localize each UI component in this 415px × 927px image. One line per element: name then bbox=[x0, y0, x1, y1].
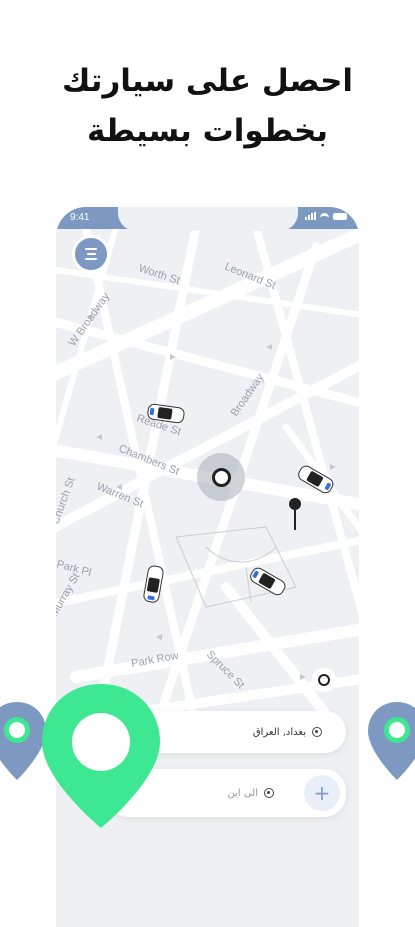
menu-button[interactable] bbox=[72, 235, 110, 273]
destination-field[interactable]: الى اين bbox=[227, 769, 258, 817]
target-icon bbox=[211, 467, 231, 487]
add-stop-button[interactable]: + bbox=[304, 775, 340, 811]
notch bbox=[118, 207, 298, 231]
destination-location-icon bbox=[264, 788, 274, 798]
status-time: 9:41 bbox=[70, 212, 90, 223]
wifi-icon bbox=[320, 212, 329, 220]
menu-icon bbox=[85, 248, 97, 250]
pickup-field[interactable]: بغداد, العراق bbox=[253, 711, 306, 753]
battery-icon bbox=[333, 212, 347, 220]
headline: احصل على سيارتك بخطوات بسيطة bbox=[0, 56, 415, 156]
target-icon bbox=[318, 674, 330, 686]
right-side-pin-icon bbox=[368, 702, 415, 780]
headline-line-2: بخطوات بسيطة bbox=[86, 113, 329, 149]
locate-me-button[interactable] bbox=[312, 668, 336, 692]
map-pin-icon bbox=[288, 498, 302, 534]
pickup-location-icon bbox=[312, 727, 322, 737]
current-location-marker bbox=[197, 453, 245, 501]
signal-icon bbox=[305, 212, 316, 220]
large-map-pin-icon bbox=[42, 684, 160, 828]
status-icons bbox=[305, 212, 347, 220]
headline-line-1: احصل على سيارتك bbox=[61, 63, 354, 99]
